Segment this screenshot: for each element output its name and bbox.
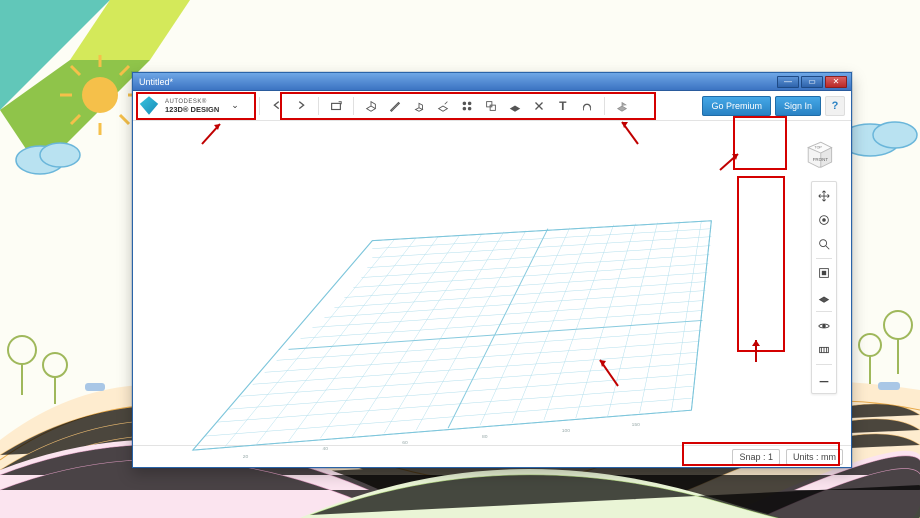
undo-button[interactable] xyxy=(266,95,288,117)
svg-text:80: 80 xyxy=(482,434,488,440)
close-button[interactable]: ✕ xyxy=(825,76,847,88)
material-button[interactable] xyxy=(611,95,633,117)
redo-button[interactable] xyxy=(290,95,312,117)
window-controls: — ▭ ✕ xyxy=(777,76,847,88)
view-cube[interactable]: TOP FRONT xyxy=(801,135,837,171)
pattern-button[interactable] xyxy=(456,95,478,117)
groundplane-button[interactable] xyxy=(814,369,834,389)
brand-text: AUTODESK® 123D® DESIGN xyxy=(165,98,219,114)
combine-button[interactable] xyxy=(504,95,526,117)
svg-text:100: 100 xyxy=(562,428,571,434)
pan-button[interactable] xyxy=(814,186,834,206)
sketch-button[interactable] xyxy=(384,95,406,117)
title-bar: Untitled* — ▭ ✕ xyxy=(133,73,851,91)
top-toolbar: AUTODESK® 123D® DESIGN ⌄ xyxy=(133,91,851,121)
svg-text:20: 20 xyxy=(243,454,249,460)
display-settings-button[interactable] xyxy=(814,340,834,360)
fit-button[interactable] xyxy=(814,263,834,283)
svg-text:60: 60 xyxy=(402,440,408,446)
help-button[interactable]: ? xyxy=(825,96,845,116)
construct-button[interactable] xyxy=(408,95,430,117)
visibility-button[interactable] xyxy=(814,316,834,336)
svg-text:FRONT: FRONT xyxy=(813,157,829,162)
insert-button[interactable] xyxy=(325,95,347,117)
modify-button[interactable] xyxy=(432,95,454,117)
sign-in-button[interactable]: Sign In xyxy=(775,96,821,116)
svg-text:150: 150 xyxy=(632,422,641,428)
orbit-button[interactable] xyxy=(814,210,834,230)
go-premium-button[interactable]: Go Premium xyxy=(702,96,771,116)
svg-text:TOP: TOP xyxy=(815,146,823,150)
main-toolbar: T xyxy=(255,92,633,120)
maximize-button[interactable]: ▭ xyxy=(801,76,823,88)
svg-text:40: 40 xyxy=(322,446,328,452)
window-title: Untitled* xyxy=(137,77,777,87)
autodesk-logo-icon xyxy=(139,96,159,116)
grouping-button[interactable] xyxy=(480,95,502,117)
shaded-button[interactable] xyxy=(814,287,834,307)
minimize-button[interactable]: — xyxy=(777,76,799,88)
account-actions: Go Premium Sign In ? xyxy=(702,96,851,116)
navigation-toolbar xyxy=(811,181,837,394)
zoom-button[interactable] xyxy=(814,234,834,254)
viewport[interactable]: 2040 6080 100150 TOP FRONT xyxy=(133,121,851,445)
snap-button[interactable] xyxy=(576,95,598,117)
app-window: Untitled* — ▭ ✕ AUTODESK® 123D® DESIGN ⌄ xyxy=(132,72,852,468)
app-menu[interactable]: AUTODESK® 123D® DESIGN ⌄ xyxy=(133,91,247,121)
primitives-button[interactable] xyxy=(360,95,382,117)
chevron-down-icon: ⌄ xyxy=(231,100,239,111)
measure-button[interactable] xyxy=(528,95,550,117)
ground-grid: 20 40 60 80 100 150 xyxy=(133,121,851,466)
text-button[interactable]: T xyxy=(552,95,574,117)
